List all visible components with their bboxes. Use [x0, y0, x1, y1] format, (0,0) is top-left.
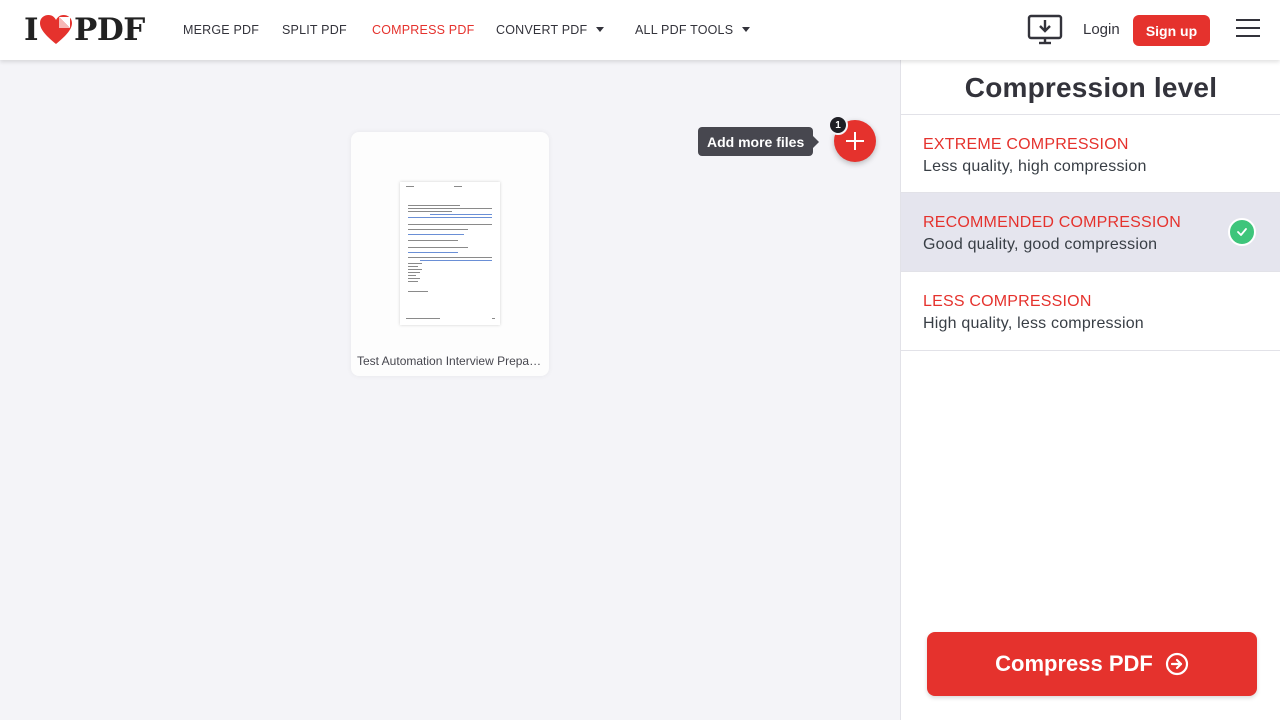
nav-compress-pdf[interactable]: COMPRESS PDF [372, 23, 474, 37]
ilovepdf-logo[interactable]: I PDF [24, 12, 145, 48]
caret-down-icon [742, 27, 751, 32]
logo-pdf-text: PDF [74, 12, 145, 48]
hamburger-menu-icon[interactable] [1236, 19, 1260, 41]
nav-convert-pdf-label: CONVERT PDF [496, 23, 588, 37]
divider [901, 350, 1280, 351]
nav-convert-pdf[interactable]: CONVERT PDF [496, 23, 605, 37]
signup-button[interactable]: Sign up [1133, 15, 1210, 46]
nav-all-pdf-tools-label: ALL PDF TOOLS [635, 23, 734, 37]
option-description: Good quality, good compression [923, 236, 1158, 253]
pdf-thumbnail [400, 182, 500, 325]
nav-split-pdf[interactable]: SPLIT PDF [282, 23, 347, 37]
sidebar-title: Compression level [964, 72, 1218, 103]
file-count-badge: 1 [828, 115, 848, 135]
login-link[interactable]: Login [1083, 21, 1120, 38]
add-more-files-tooltip: Add more files [698, 127, 820, 156]
file-card[interactable]: Test Automation Interview Preparation.pd… [351, 132, 549, 376]
compression-sidebar: Compression level EXTREME COMPRESSION Le… [900, 60, 1280, 720]
option-title: RECOMMENDED COMPRESSION [923, 214, 1181, 231]
option-title: EXTREME COMPRESSION [923, 136, 1129, 153]
option-title: LESS COMPRESSION [923, 293, 1092, 310]
desktop-download-icon[interactable] [1027, 14, 1063, 46]
option-extreme-compression[interactable]: EXTREME COMPRESSION Less quality, high c… [901, 114, 1280, 193]
top-header: I PDF MERGE PDF SPLIT PDF COMPRESS PDF C… [0, 0, 1280, 60]
option-recommended-compression[interactable]: RECOMMENDED COMPRESSION Good quality, go… [901, 192, 1280, 271]
option-description: High quality, less compression [923, 315, 1144, 332]
logo-letter-i: I [24, 12, 39, 48]
compress-pdf-button[interactable]: Compress PDF [927, 632, 1257, 696]
check-icon [1228, 218, 1256, 246]
caret-down-icon [596, 27, 605, 32]
heart-icon [40, 15, 73, 44]
option-less-compression[interactable]: LESS COMPRESSION High quality, less comp… [901, 271, 1280, 350]
nav-merge-pdf[interactable]: MERGE PDF [183, 23, 259, 37]
nav-all-pdf-tools[interactable]: ALL PDF TOOLS [635, 23, 751, 37]
option-description: Less quality, high compression [923, 158, 1147, 175]
arrow-right-circle-icon [1165, 652, 1188, 676]
compress-pdf-label: Compress PDF [995, 651, 1153, 676]
file-name: Test Automation Interview Preparation.pd… [357, 354, 543, 368]
